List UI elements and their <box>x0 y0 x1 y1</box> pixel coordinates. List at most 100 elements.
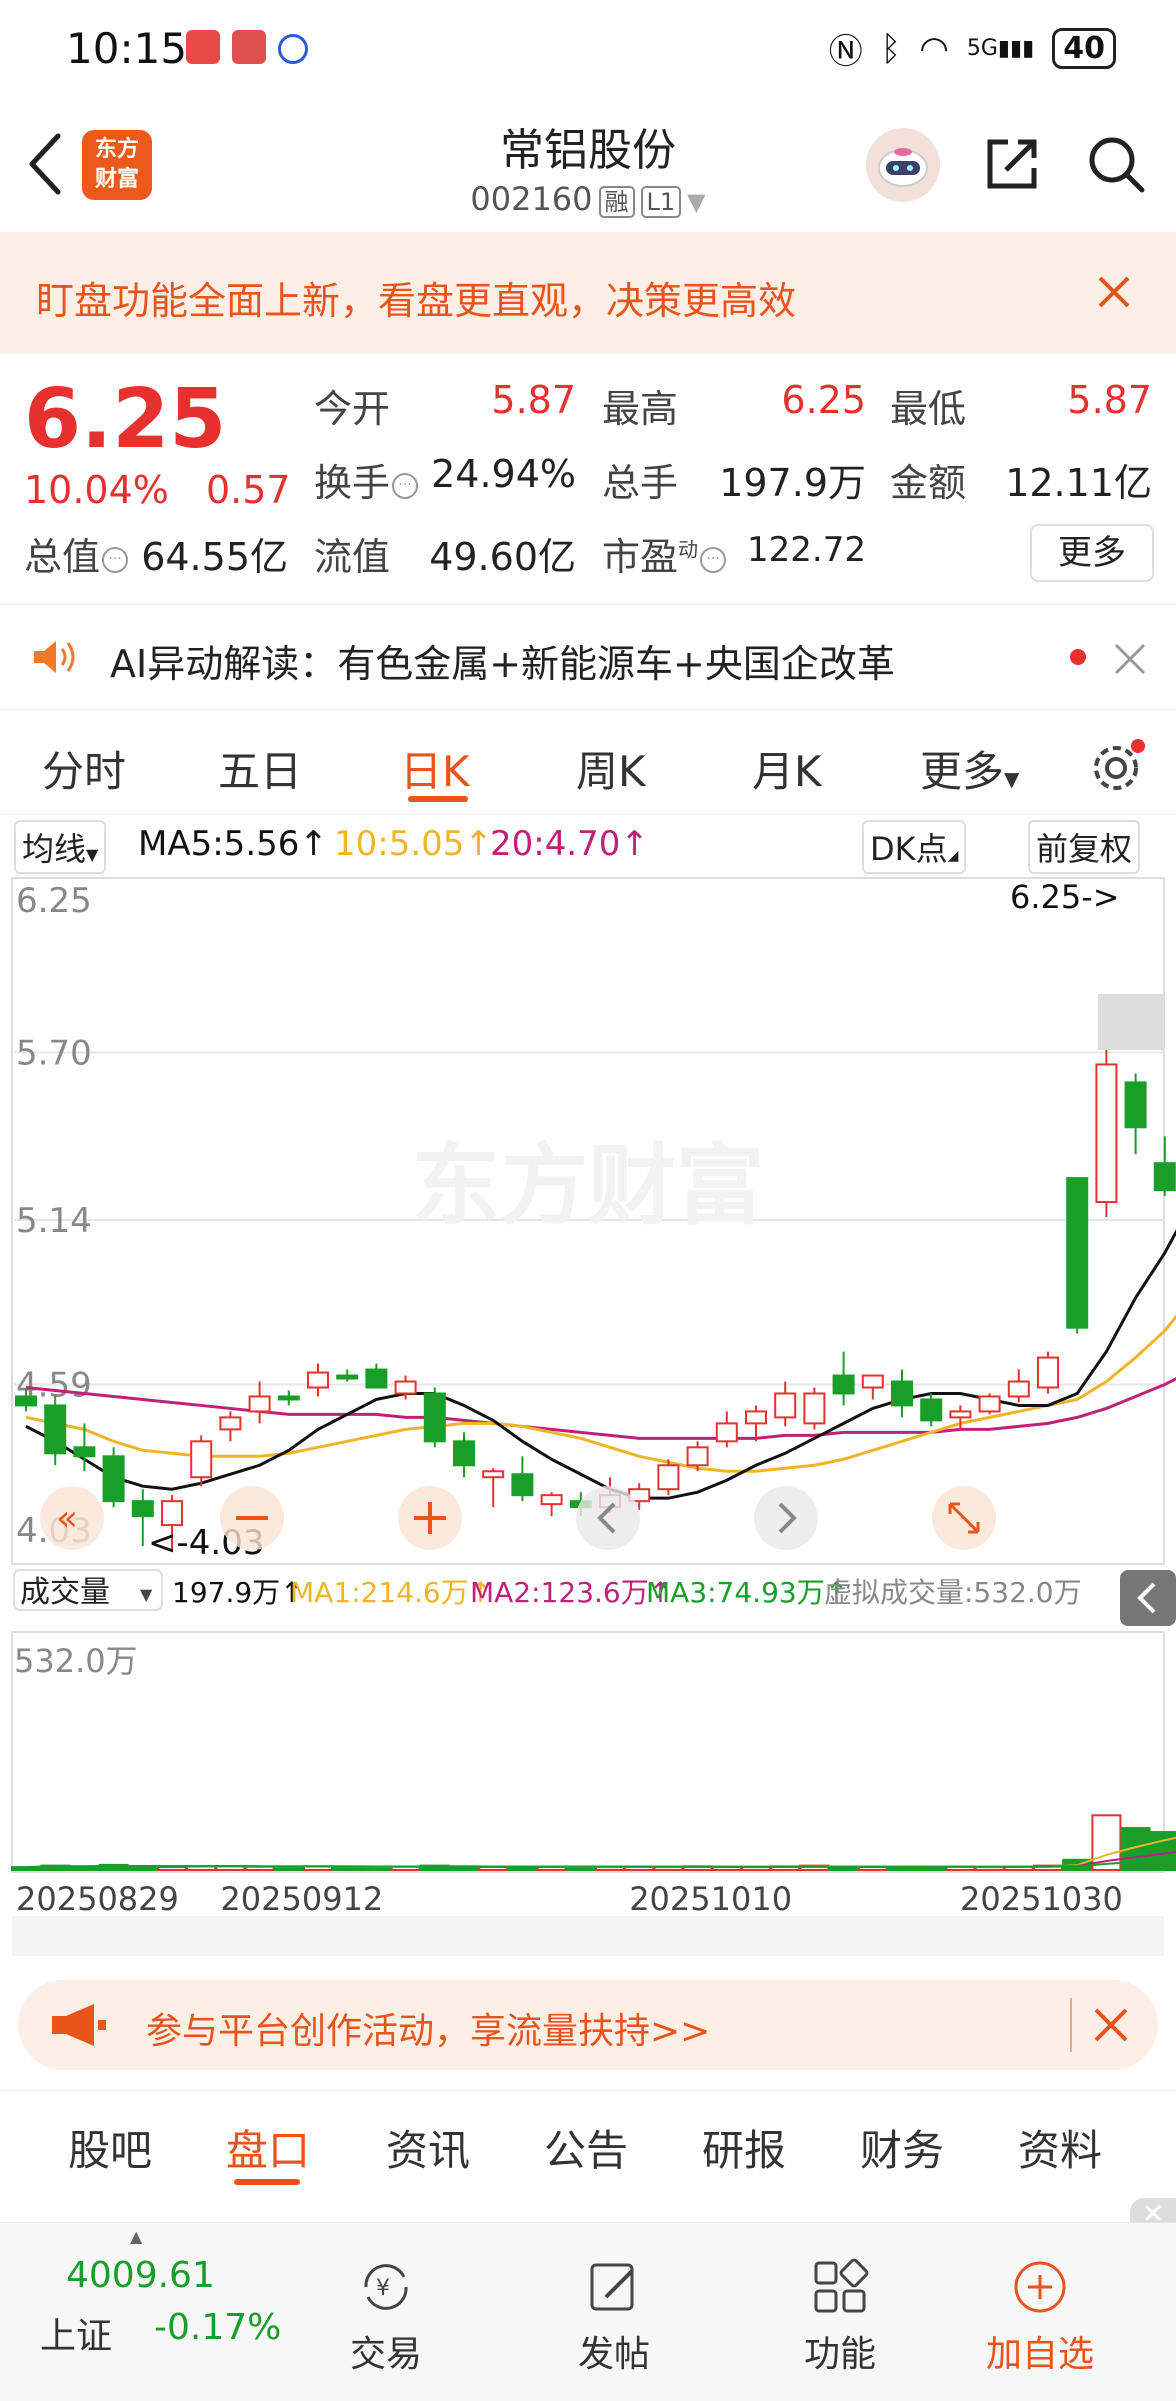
index-widget[interactable]: 4009.61 上证 -0.17% <box>30 2251 300 2371</box>
float-cap-label: 流值 <box>314 535 391 579</box>
kline-chart[interactable]: 东方财富 6.255.705.144.594.03 6.25-> <-4.03 … <box>0 876 1176 1966</box>
more-quote-button[interactable]: 更多 <box>1030 524 1154 582</box>
candle-body <box>161 1500 183 1527</box>
close-icon[interactable] <box>1090 268 1138 316</box>
speaker-icon <box>34 641 75 673</box>
nav-add-watchlist[interactable]: 加自选 <box>960 2223 1120 2377</box>
candle-body <box>1037 1356 1059 1389</box>
candle-body <box>1095 1063 1118 1204</box>
notification-app-icon <box>186 30 220 64</box>
volume-chart-frame <box>11 1631 1165 1873</box>
tab-news[interactable]: 资讯 <box>386 2117 470 2178</box>
candle-body <box>423 1392 446 1443</box>
stock-header: 东方 财富 常铝股份 002160 融 L1 ▼ <box>0 100 1176 233</box>
candle-body <box>657 1464 680 1491</box>
price-highlight <box>1098 994 1164 1050</box>
status-icons: Ⓝ ᛒ ◠ 5G▮▮▮ 40 <box>829 24 1116 73</box>
amount-value: 12.11亿 <box>1005 461 1152 505</box>
search-icon[interactable] <box>1084 132 1148 196</box>
promo-banner[interactable]: 盯盘功能全面上新，看盘更直观，决策更高效 <box>0 232 1176 354</box>
tab-research[interactable]: 研报 <box>702 2117 786 2178</box>
settings-gear-icon[interactable] <box>1088 736 1148 796</box>
low-value: 5.87 <box>1067 378 1152 422</box>
chart-period-tabs: 分时 五日 日K 周K 月K 更多▼ <box>0 708 1176 815</box>
tab-order-book[interactable]: 盘口 <box>226 2117 310 2178</box>
candle-body <box>803 1392 826 1425</box>
tab-monthly-k[interactable]: 月K <box>752 738 822 799</box>
candle-body <box>482 1470 505 1479</box>
bluetooth-icon: ᛒ <box>880 28 902 69</box>
candle-body <box>102 1455 125 1503</box>
tab-daily-k[interactable]: 日K <box>400 738 470 799</box>
tab-intraday[interactable]: 分时 <box>42 738 126 799</box>
high-label: 最高 <box>602 387 679 431</box>
active-tab-indicator <box>408 796 468 802</box>
price-tick-label: 6.25 <box>16 881 92 921</box>
date-tick-label: 20251030 <box>960 1880 1123 1918</box>
adjust-button[interactable]: 前复权 <box>1028 820 1141 874</box>
creator-promo-banner[interactable]: 参与平台创作活动，享流量扶持>> <box>18 1980 1158 2070</box>
candle-body <box>307 1371 329 1389</box>
tab-weekly-k[interactable]: 周K <box>576 738 646 799</box>
next-button[interactable] <box>754 1486 818 1550</box>
nav-trade-label: 交易 <box>349 2334 422 2375</box>
nav-post[interactable]: 发帖 <box>534 2223 694 2377</box>
zoom-in-button[interactable] <box>398 1486 462 1550</box>
candle-body <box>715 1422 738 1443</box>
info-icon: ··· <box>392 472 419 499</box>
index-name: 上证 <box>40 2316 113 2357</box>
ma-legend: 均线▼ MA5:5.56↑ 10:5.05↑ 20:4.70↑ DK点◢ 前复权 <box>0 814 1176 876</box>
float-cap-value: 49.60亿 <box>429 535 576 579</box>
fullscreen-button[interactable] <box>932 1486 996 1550</box>
divider <box>1070 1998 1072 2052</box>
tab-profile[interactable]: 资料 <box>1018 2117 1102 2178</box>
grid-apps-icon <box>814 2258 869 2313</box>
dropdown-icon: ▼ <box>687 188 706 216</box>
tab-announcements[interactable]: 公告 <box>544 2117 628 2178</box>
date-tick-label: 20250912 <box>220 1880 383 1918</box>
ma10-value: 10:5.05↑ <box>334 824 493 864</box>
total-cap-value: 64.55亿 <box>141 535 288 579</box>
close-icon[interactable] <box>1110 639 1150 679</box>
candle-body <box>832 1374 855 1395</box>
low-label: 最低 <box>890 387 967 431</box>
creator-promo-text: 参与平台创作活动，享流量扶持>> <box>146 2011 711 2052</box>
ai-analysis-text: AI异动解读：有色金属+新能源车+央国企改革 <box>110 642 895 686</box>
tab-forum[interactable]: 股吧 <box>68 2117 152 2178</box>
pe-label[interactable]: 市盈动 ··· <box>602 526 727 581</box>
assistant-robot-icon[interactable] <box>866 128 940 202</box>
ma-selector[interactable]: 均线▼ <box>14 820 107 874</box>
collapse-panel-button[interactable] <box>1120 1570 1176 1626</box>
prev-button[interactable] <box>576 1486 640 1550</box>
candle-body <box>774 1392 797 1419</box>
last-price-label: 6.25-> <box>1010 878 1120 916</box>
volume-bar <box>127 1865 158 1871</box>
tab-financials[interactable]: 财务 <box>860 2117 944 2178</box>
nav-trade[interactable]: ¥ 交易 <box>306 2223 466 2377</box>
candle-body <box>190 1440 213 1479</box>
yen-exchange-icon: ¥ <box>364 2264 408 2310</box>
tab-five-day[interactable]: 五日 <box>218 738 302 799</box>
nfc-icon: Ⓝ <box>828 32 863 72</box>
candle-body <box>73 1446 96 1458</box>
nav-features[interactable]: 功能 <box>760 2223 920 2377</box>
dk-point-button[interactable]: DK点◢ <box>862 820 967 874</box>
tab-more[interactable]: 更多▼ <box>920 738 1019 799</box>
candle-body <box>44 1404 67 1455</box>
zoom-out-button[interactable] <box>220 1486 284 1550</box>
total-cap-label[interactable]: 总值 ··· <box>24 526 129 581</box>
change-percent: 10.04% <box>24 468 169 512</box>
info-icon: ··· <box>102 546 129 573</box>
turnover-label[interactable]: 换手 ··· <box>314 452 419 507</box>
current-price: 6.25 <box>24 372 227 467</box>
volume-ma3: MA3:74.93万↑ <box>646 1576 848 1609</box>
open-value: 5.87 <box>491 378 576 422</box>
wifi-icon: ◠ <box>919 28 949 69</box>
close-icon[interactable] <box>1090 2004 1132 2046</box>
dropdown-icon: ▼ <box>140 1585 153 1604</box>
ai-analysis-bar[interactable]: AI异动解读：有色金属+新能源车+央国企改革 <box>0 604 1176 710</box>
share-icon[interactable] <box>980 132 1044 196</box>
scroll-left-button[interactable]: « <box>40 1486 104 1550</box>
candle-body <box>745 1410 767 1425</box>
high-value: 6.25 <box>781 378 866 422</box>
